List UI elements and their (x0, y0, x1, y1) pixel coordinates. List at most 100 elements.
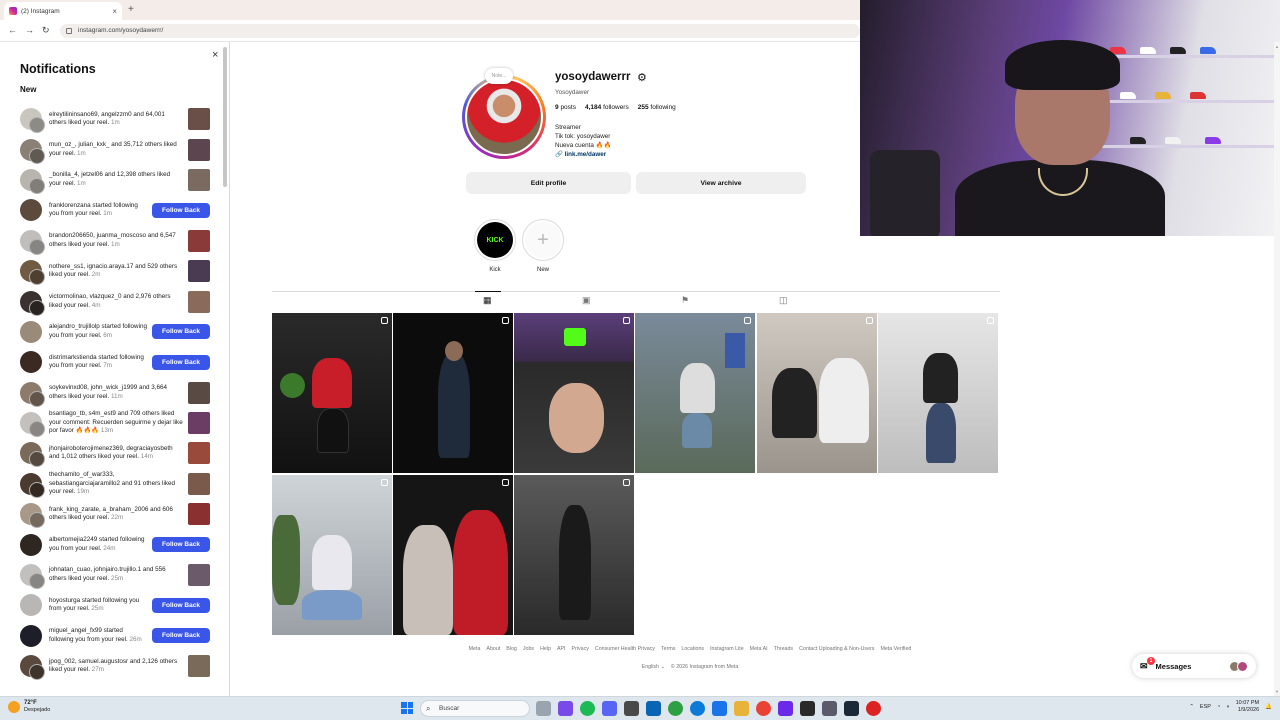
spotify-icon[interactable] (580, 701, 595, 716)
following-stat[interactable]: 255 following (638, 104, 676, 111)
language-select[interactable]: English ⌄ (642, 664, 665, 670)
follow-back-button[interactable]: Follow Back (152, 324, 210, 340)
notification-item[interactable]: miguel_angel_fx99 started following you … (20, 621, 210, 651)
avatar[interactable] (20, 108, 42, 131)
settings-gear-icon[interactable]: ⚙ (637, 71, 647, 84)
notification-item[interactable]: alejandro_trujillolp started following y… (20, 317, 210, 347)
footer-link[interactable]: Meta (469, 646, 481, 652)
notification-item[interactable]: franklorenzana started following you fro… (20, 195, 210, 225)
footer-link[interactable]: Jobs (523, 646, 534, 652)
chrome-icon[interactable] (756, 701, 771, 716)
reel-thumbnail[interactable] (188, 138, 210, 161)
page-scrollbar[interactable]: ▲ ▼ (1274, 42, 1280, 696)
highlight-kick[interactable]: KICK Kick (474, 219, 516, 273)
reel-thumbnail[interactable] (188, 412, 210, 435)
footer-link[interactable]: Blog (506, 646, 517, 652)
task-view-icon[interactable] (536, 701, 551, 716)
reel-thumbnail[interactable] (188, 229, 210, 252)
reel-thumbnail[interactable] (188, 168, 210, 191)
edit-profile-button[interactable]: Edit profile (466, 172, 631, 194)
avatar[interactable] (20, 564, 42, 587)
notification-item[interactable]: _bonilla_4, jetzel06 and 12,398 others l… (20, 165, 210, 195)
footer-link[interactable]: Consumer Health Privacy (595, 646, 655, 652)
reel-thumbnail[interactable] (188, 564, 210, 587)
notification-item[interactable]: albertomejia2249 started following you f… (20, 529, 210, 559)
post-thumbnail[interactable] (272, 475, 392, 635)
notification-item[interactable]: distrimarkstienda started following you … (20, 347, 210, 377)
forward-icon[interactable]: → (25, 25, 34, 35)
notification-item[interactable]: elreytilininsano69, angelzzm0 and 64,001… (20, 104, 210, 134)
profile-picture[interactable] (462, 75, 546, 159)
app-icon[interactable] (800, 701, 815, 716)
post-thumbnail[interactable] (393, 475, 513, 635)
outlook-icon[interactable] (646, 701, 661, 716)
tray-chevron-icon[interactable]: ⌃ (1189, 704, 1194, 710)
tab-reels-icon[interactable]: ▣ (582, 295, 591, 306)
back-icon[interactable]: ← (8, 25, 17, 35)
reel-thumbnail[interactable] (188, 442, 210, 465)
volume-icon[interactable]: ◖ (1226, 704, 1229, 710)
footer-link[interactable]: Meta AI (750, 646, 768, 652)
reel-thumbnail[interactable] (188, 108, 210, 131)
clock[interactable]: 10:07 PM 1/9/2026 (1236, 700, 1260, 714)
notification-item[interactable]: mun_oz_, julian_kxk_ and 35,712 others l… (20, 134, 210, 164)
follow-back-button[interactable]: Follow Back (152, 202, 210, 218)
store-icon[interactable] (624, 701, 639, 716)
footer-link[interactable]: About (486, 646, 500, 652)
reel-thumbnail[interactable] (188, 655, 210, 678)
footer-link[interactable]: API (557, 646, 566, 652)
xbox-icon[interactable] (668, 701, 683, 716)
footer-link[interactable]: Help (540, 646, 551, 652)
new-tab-button[interactable]: + (128, 4, 134, 15)
notification-item[interactable]: johnatan_cuao, johnjairo.trujillo.1 and … (20, 560, 210, 590)
avatar[interactable] (20, 442, 42, 465)
taskbar-search[interactable]: ⌕ Buscar (420, 700, 530, 717)
browser-tab[interactable]: (2) Instagram × (4, 2, 122, 20)
wifi-icon[interactable]: ◔ (1217, 704, 1220, 710)
bio-link[interactable]: 🔗 link.me/dawer (555, 150, 611, 159)
follow-back-button[interactable]: Follow Back (152, 537, 210, 553)
footer-link[interactable]: Meta Verified (880, 646, 911, 652)
footer-link[interactable]: Privacy (572, 646, 589, 652)
weather-widget[interactable]: 72°F Despejado (8, 700, 50, 714)
follow-back-button[interactable]: Follow Back (152, 628, 210, 644)
avatar[interactable] (20, 503, 42, 526)
post-thumbnail[interactable] (635, 313, 755, 473)
close-tab-icon[interactable]: × (112, 7, 117, 16)
avatar[interactable] (20, 290, 42, 313)
reload-icon[interactable]: ↻ (42, 25, 50, 36)
mail-icon[interactable] (712, 701, 727, 716)
notification-item[interactable]: jhonjairoboterojimenez369, degraciayosbe… (20, 438, 210, 468)
avatar[interactable] (20, 624, 42, 647)
site-info-icon[interactable] (66, 28, 72, 34)
footer-link[interactable]: Contact Uploading & Non-Users (799, 646, 874, 652)
follow-back-button[interactable]: Follow Back (152, 597, 210, 613)
notification-item[interactable]: soykevinxd08, john_wick_j1999 and 3,664 … (20, 378, 210, 408)
highlight-new[interactable]: + New (522, 219, 564, 273)
app-icon[interactable] (822, 701, 837, 716)
notification-item[interactable]: bsantiago_tb, s4m_est9 and 709 others li… (20, 408, 210, 438)
post-thumbnail[interactable] (514, 475, 634, 635)
post-thumbnail[interactable] (878, 313, 998, 473)
app-icon[interactable] (778, 701, 793, 716)
avatar[interactable] (20, 381, 42, 404)
reel-thumbnail[interactable] (188, 260, 210, 283)
post-thumbnail[interactable] (514, 313, 634, 473)
avatar[interactable] (20, 138, 42, 161)
url-field[interactable]: instagram.com/yosoydawerrr/ (60, 24, 860, 38)
notification-bell-icon[interactable]: 🔔 (1265, 704, 1272, 710)
notifications-scrollbar[interactable] (223, 47, 227, 187)
post-thumbnail[interactable] (272, 313, 392, 473)
avatar[interactable] (20, 320, 42, 343)
note-bubble[interactable]: Note... (485, 68, 513, 84)
post-thumbnail[interactable] (393, 313, 513, 473)
steam-icon[interactable] (844, 701, 859, 716)
footer-link[interactable]: Threads (774, 646, 793, 652)
follow-back-button[interactable]: Follow Back (152, 354, 210, 370)
avatar[interactable] (20, 412, 42, 435)
avatar[interactable] (20, 229, 42, 252)
avatar[interactable] (20, 260, 42, 283)
notification-item[interactable]: thechamito_of_war333, sebastiangarciajar… (20, 469, 210, 499)
avatar[interactable] (20, 594, 42, 617)
reel-thumbnail[interactable] (188, 472, 210, 495)
